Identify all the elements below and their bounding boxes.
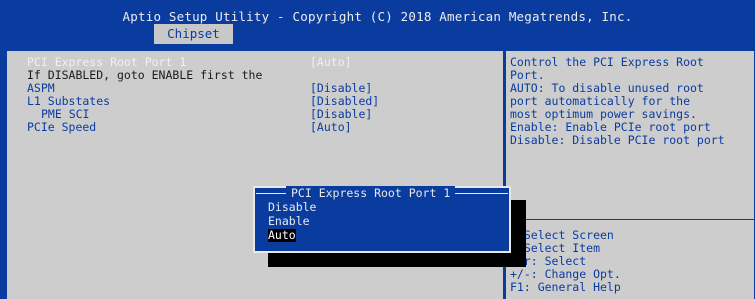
setting-pci-express-root-port-1-value[interactable]: [Auto] <box>310 56 352 69</box>
setting-pcie-speed-value[interactable]: [Auto] <box>310 121 352 134</box>
popup-option-enable[interactable]: Enable <box>268 215 310 228</box>
setting-pcie-speed-label[interactable]: PCIe Speed <box>27 121 96 134</box>
header-bar: Aptio Setup Utility - Copyright (C) 2018… <box>0 0 755 44</box>
key-hint-general-help: F1: General Help <box>510 280 621 294</box>
help-text-line: Disable: Disable PCIe root port <box>510 133 725 147</box>
bios-screen: Aptio Setup Utility - Copyright (C) 2018… <box>0 0 755 299</box>
popup-title: PCI Express Root Port 1 <box>286 186 456 200</box>
utility-title: Aptio Setup Utility - Copyright (C) 2018… <box>122 9 633 24</box>
help-divider <box>505 219 755 220</box>
tab-chipset[interactable]: Chipset <box>154 24 233 44</box>
setting-note-text: If DISABLED, goto ENABLE first the <box>27 68 263 82</box>
popup-option-disable[interactable]: Disable <box>268 201 316 214</box>
popup-option-auto[interactable]: Auto <box>268 229 296 242</box>
